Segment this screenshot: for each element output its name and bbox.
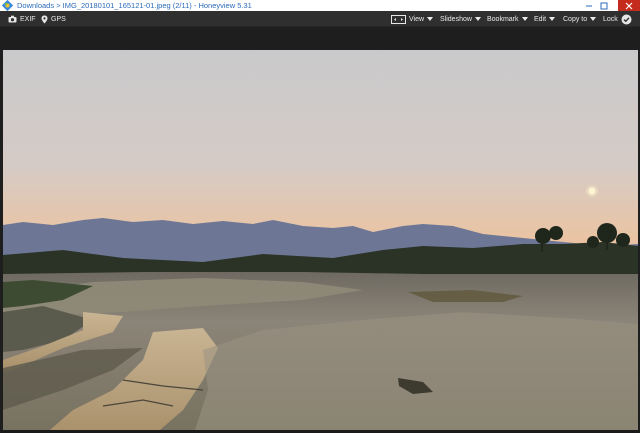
honeyview-logo-icon (2, 0, 13, 11)
image-viewport[interactable] (0, 28, 640, 433)
bookmark-label: Bookmark (487, 15, 519, 23)
chevron-down-icon (521, 17, 528, 21)
chevron-down-icon (427, 17, 434, 21)
view-menu[interactable]: View (391, 11, 434, 27)
minimize-button[interactable] (582, 0, 596, 11)
copy-to-label: Copy to (563, 15, 588, 23)
toolbar: EXIF GPS View Slideshow Bookmark Edit Co… (0, 11, 640, 27)
location-pin-icon (41, 15, 48, 23)
lock-check-icon (621, 14, 632, 24)
lock-label: Lock (603, 15, 618, 23)
gps-label: GPS (51, 15, 66, 23)
maximize-icon (600, 2, 608, 9)
slideshow-menu[interactable]: Slideshow (440, 11, 481, 27)
camera-icon (8, 15, 17, 23)
close-button[interactable] (618, 0, 640, 11)
chevron-down-icon (590, 17, 597, 21)
close-icon (625, 2, 633, 9)
chevron-down-icon (474, 17, 481, 21)
exif-button[interactable]: EXIF (8, 11, 36, 27)
edit-label: Edit (534, 15, 547, 23)
edit-menu[interactable]: Edit (534, 11, 556, 27)
gps-button[interactable]: GPS (41, 11, 66, 27)
view-label: View (409, 15, 425, 23)
sunset-river-landscape-image (3, 50, 638, 433)
exif-label: EXIF (20, 15, 36, 23)
bookmark-menu[interactable]: Bookmark (487, 11, 528, 27)
fit-screen-icon (391, 14, 406, 24)
chevron-down-icon (549, 17, 556, 21)
title-bar: Downloads > IMG_20180101_165121-01.jpeg … (0, 0, 640, 11)
slideshow-label: Slideshow (440, 15, 472, 23)
photo[interactable] (3, 50, 638, 433)
maximize-button[interactable] (597, 0, 611, 11)
window-title: Downloads > IMG_20180101_165121-01.jpeg … (17, 1, 252, 10)
copy-to-menu[interactable]: Copy to (563, 11, 597, 27)
minimize-icon (586, 5, 592, 6)
lock-button[interactable]: Lock (603, 11, 632, 27)
